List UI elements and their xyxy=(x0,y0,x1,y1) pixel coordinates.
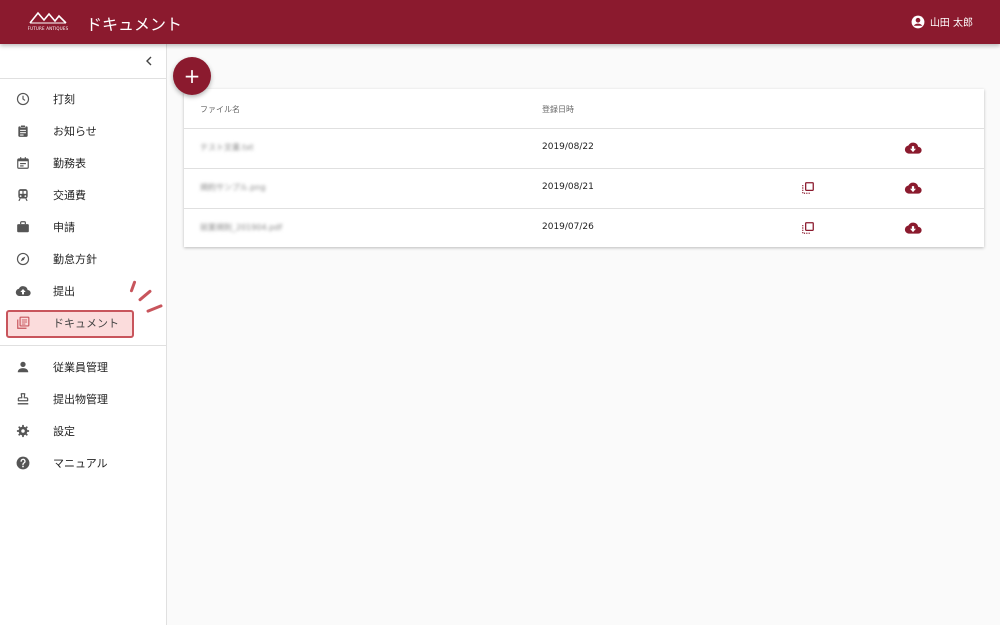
sidebar-item-news[interactable]: お知らせ xyxy=(0,115,166,147)
chevron-left-icon xyxy=(146,56,152,66)
compass-icon xyxy=(15,251,31,267)
file-date: 2019/08/22 xyxy=(542,142,594,152)
help-icon xyxy=(15,455,31,471)
document-table: ファイル名 登録日時 テスト文書.txt 2019/08/22 規約サンプル.p… xyxy=(184,89,984,247)
sidebar-item-settings[interactable]: 設定 xyxy=(0,415,166,447)
app-header: FUTURE ANTIQUES ドキュメント 山田 太郎 xyxy=(0,0,1000,44)
add-icon: + xyxy=(183,64,201,88)
sidebar-collapse-button[interactable] xyxy=(143,55,155,67)
sidebar-divider xyxy=(0,78,166,79)
sidebar-item-label: 従業員管理 xyxy=(53,361,108,374)
account-circle-icon xyxy=(911,15,925,28)
clock-icon xyxy=(15,91,31,107)
file-date: 2019/08/21 xyxy=(542,182,594,192)
sidebar-item-transport[interactable]: 交通費 xyxy=(0,179,166,211)
page-title: ドキュメント xyxy=(86,15,183,34)
table-row[interactable]: テスト文書.txt 2019/08/22 xyxy=(184,128,984,168)
copy-icon[interactable] xyxy=(801,221,815,235)
person-icon xyxy=(15,359,31,375)
copy-icon[interactable] xyxy=(801,181,815,195)
add-document-button[interactable]: + xyxy=(173,57,211,95)
clipboard-icon xyxy=(15,123,31,139)
file-name[interactable]: 就業規則_201904.pdf xyxy=(200,222,282,233)
table-row[interactable]: 就業規則_201904.pdf 2019/07/26 xyxy=(184,208,984,248)
sidebar-item-label: マニュアル xyxy=(53,457,108,470)
library-books-icon xyxy=(15,315,31,331)
file-date: 2019/07/26 xyxy=(542,222,594,232)
sidebar-item-documents[interactable]: ドキュメント xyxy=(0,307,166,339)
sidebar-item-label: お知らせ xyxy=(53,125,97,138)
stamp-icon xyxy=(15,391,31,407)
gear-icon xyxy=(15,423,31,439)
cloud-upload-icon xyxy=(15,283,31,299)
sidebar-item-attendance-policy[interactable]: 勤怠方針 xyxy=(0,243,166,275)
sidebar-item-label: 提出物管理 xyxy=(53,393,108,406)
sidebar-item-label: 勤怠方針 xyxy=(53,253,97,266)
train-icon xyxy=(15,187,31,203)
sidebar-item-punch[interactable]: 打刻 xyxy=(0,83,166,115)
table-row[interactable]: 規約サンプル.png 2019/08/21 xyxy=(184,168,984,208)
sidebar: 打刻 お知らせ 勤務表 交通費 申請 勤怠方針 提出 ドキュメント 従業員管理 … xyxy=(0,44,167,625)
column-header-date: 登録日時 xyxy=(542,105,574,114)
column-header-filename: ファイル名 xyxy=(200,105,240,114)
calendar-icon xyxy=(15,155,31,171)
sidebar-item-timesheet[interactable]: 勤務表 xyxy=(0,147,166,179)
sidebar-item-label: 勤務表 xyxy=(53,157,86,170)
sidebar-item-label: ドキュメント xyxy=(53,317,119,330)
sidebar-item-submission-management[interactable]: 提出物管理 xyxy=(0,383,166,415)
logo-text: FUTURE ANTIQUES xyxy=(27,26,69,31)
sidebar-item-employees[interactable]: 従業員管理 xyxy=(0,351,166,383)
sidebar-item-label: 打刻 xyxy=(53,93,75,106)
cloud-download-icon[interactable] xyxy=(903,180,923,196)
briefcase-icon xyxy=(15,219,31,235)
file-name[interactable]: テスト文書.txt xyxy=(200,142,254,153)
sidebar-item-submit[interactable]: 提出 xyxy=(0,275,166,307)
sidebar-divider xyxy=(0,345,166,346)
user-name: 山田 太郎 xyxy=(929,18,973,29)
sidebar-item-manual[interactable]: マニュアル xyxy=(0,447,166,479)
mountain-logo-icon xyxy=(29,11,67,24)
sidebar-item-label: 申請 xyxy=(53,221,75,234)
file-name[interactable]: 規約サンプル.png xyxy=(200,182,266,193)
sidebar-item-label: 設定 xyxy=(53,425,75,438)
sidebar-item-application[interactable]: 申請 xyxy=(0,211,166,243)
sidebar-item-label: 提出 xyxy=(53,285,75,298)
cloud-download-icon[interactable] xyxy=(903,140,923,156)
user-menu[interactable]: 山田 太郎 xyxy=(911,14,973,29)
cloud-download-icon[interactable] xyxy=(903,220,923,236)
future-antiques-logo[interactable]: FUTURE ANTIQUES xyxy=(24,9,72,35)
sidebar-item-label: 交通費 xyxy=(53,189,86,202)
